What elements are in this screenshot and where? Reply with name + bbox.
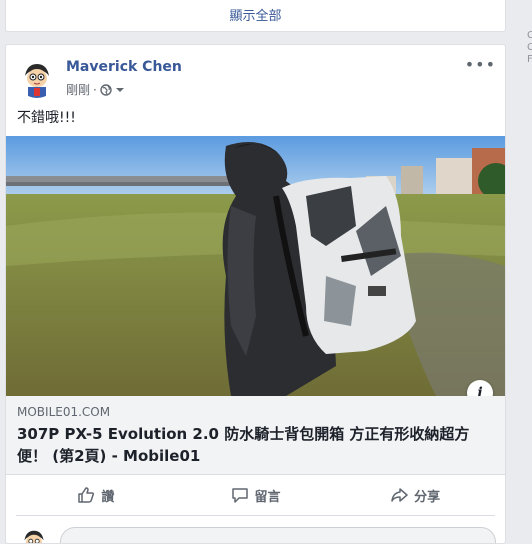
author-avatar[interactable] <box>17 58 57 98</box>
comment-button[interactable]: 留言 <box>176 475 336 515</box>
globe-icon[interactable] <box>100 83 112 96</box>
share-button[interactable]: 分享 <box>335 475 495 515</box>
show-all-link[interactable]: 顯示全部 <box>6 5 505 24</box>
more-options-icon[interactable]: ••• <box>465 55 496 74</box>
user-avatar[interactable] <box>18 526 50 543</box>
comment-composer <box>16 523 496 543</box>
share-label: 分享 <box>414 489 441 505</box>
link-preview[interactable]: MOBILE01.COM 307P PX-5 Evolution 2.0 防水騎… <box>6 396 505 475</box>
comment-label: 留言 <box>254 489 281 505</box>
post-text: 不錯哦!!! <box>17 110 76 126</box>
separator-dot: · <box>93 82 97 97</box>
post-card: Maverick Chen 剛剛 · ••• 不錯哦!!! i MOBILE01… <box>5 44 506 544</box>
previous-card: 顯示全部 <box>5 0 506 32</box>
like-label: 讚 <box>101 489 115 505</box>
link-domain: MOBILE01.COM <box>17 405 111 419</box>
right-column-edge: CCF <box>527 30 532 65</box>
like-button[interactable]: 讚 <box>16 475 176 515</box>
link-title[interactable]: 307P PX-5 Evolution 2.0 防水騎士背包開箱 方正有形收納超… <box>17 423 495 467</box>
post-actions: 讚 留言 分享 <box>16 475 495 516</box>
comment-icon <box>231 488 248 503</box>
thumbs-up-icon <box>78 487 95 503</box>
post-meta: 剛剛 · <box>66 81 125 98</box>
author-name[interactable]: Maverick Chen <box>66 59 182 75</box>
link-preview-image[interactable]: i <box>6 136 505 396</box>
post-time[interactable]: 剛剛 <box>66 81 90 98</box>
chevron-down-icon[interactable] <box>115 86 125 94</box>
share-icon <box>391 488 408 502</box>
